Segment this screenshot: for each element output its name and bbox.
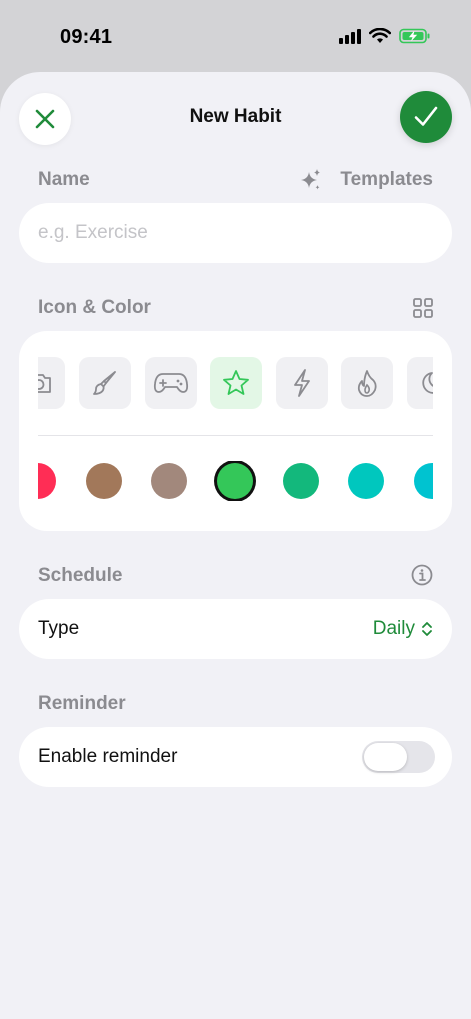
- flame-icon: [357, 370, 377, 397]
- checkmark-icon: [414, 106, 438, 126]
- wifi-icon: [369, 28, 391, 43]
- icon-picker[interactable]: [38, 357, 433, 409]
- color-picker[interactable]: [38, 461, 433, 501]
- icon-option-bolt[interactable]: [276, 357, 328, 409]
- signal-icon: [339, 28, 361, 44]
- star-icon: [223, 370, 249, 395]
- reminder-row: Enable reminder: [19, 727, 452, 787]
- new-habit-sheet: New Habit Name Templates Icon & Color: [0, 72, 471, 1019]
- icon-option-flame[interactable]: [341, 357, 393, 409]
- color-swatch-taupe[interactable]: [151, 463, 187, 499]
- divider: [38, 435, 433, 436]
- enable-reminder-toggle[interactable]: [362, 741, 435, 773]
- paintbrush-icon: [93, 371, 116, 395]
- icon-color-section-label: Icon & Color: [38, 297, 151, 318]
- templates-button[interactable]: Templates: [300, 168, 433, 192]
- status-time: 09:41: [60, 26, 113, 48]
- chevron-up-down-icon: [422, 622, 432, 636]
- color-swatch-cyan[interactable]: [414, 463, 433, 499]
- enable-reminder-label: Enable reminder: [38, 746, 178, 767]
- templates-label: Templates: [340, 169, 433, 190]
- icon-option-star[interactable]: [210, 357, 262, 409]
- icon-option-moon[interactable]: [407, 357, 433, 409]
- color-swatch-brown[interactable]: [86, 463, 122, 499]
- toggle-knob: [364, 743, 407, 771]
- schedule-type-row[interactable]: Type Daily: [19, 599, 452, 659]
- color-swatch-green[interactable]: [217, 463, 253, 499]
- info-icon[interactable]: [411, 564, 433, 586]
- name-section-label: Name: [38, 169, 90, 190]
- status-icons: [339, 28, 431, 44]
- schedule-section-label: Schedule: [38, 565, 123, 586]
- reminder-section-label: Reminder: [38, 693, 126, 714]
- status-bar: 09:41: [0, 0, 471, 76]
- camera-icon: [38, 374, 51, 393]
- moon-icon: [422, 372, 433, 394]
- battery-charging-icon: [399, 28, 430, 44]
- color-swatch-pink[interactable]: [38, 463, 56, 499]
- color-swatch-emerald[interactable]: [283, 463, 319, 499]
- save-button[interactable]: [400, 91, 452, 143]
- sparkles-icon: [301, 169, 321, 190]
- gamecontroller-icon: [153, 373, 189, 393]
- color-swatch-teal[interactable]: [348, 463, 384, 499]
- habit-name-input[interactable]: [19, 203, 452, 263]
- type-label: Type: [38, 618, 80, 639]
- type-picker[interactable]: Daily: [373, 599, 433, 659]
- type-value: Daily: [372, 618, 415, 639]
- grid-icon[interactable]: [413, 298, 433, 318]
- icon-option-camera[interactable]: [38, 357, 65, 409]
- bolt-icon: [294, 369, 310, 397]
- icon-color-card: [19, 331, 452, 531]
- icon-option-paintbrush[interactable]: [79, 357, 131, 409]
- icon-option-gamecontroller[interactable]: [145, 357, 197, 409]
